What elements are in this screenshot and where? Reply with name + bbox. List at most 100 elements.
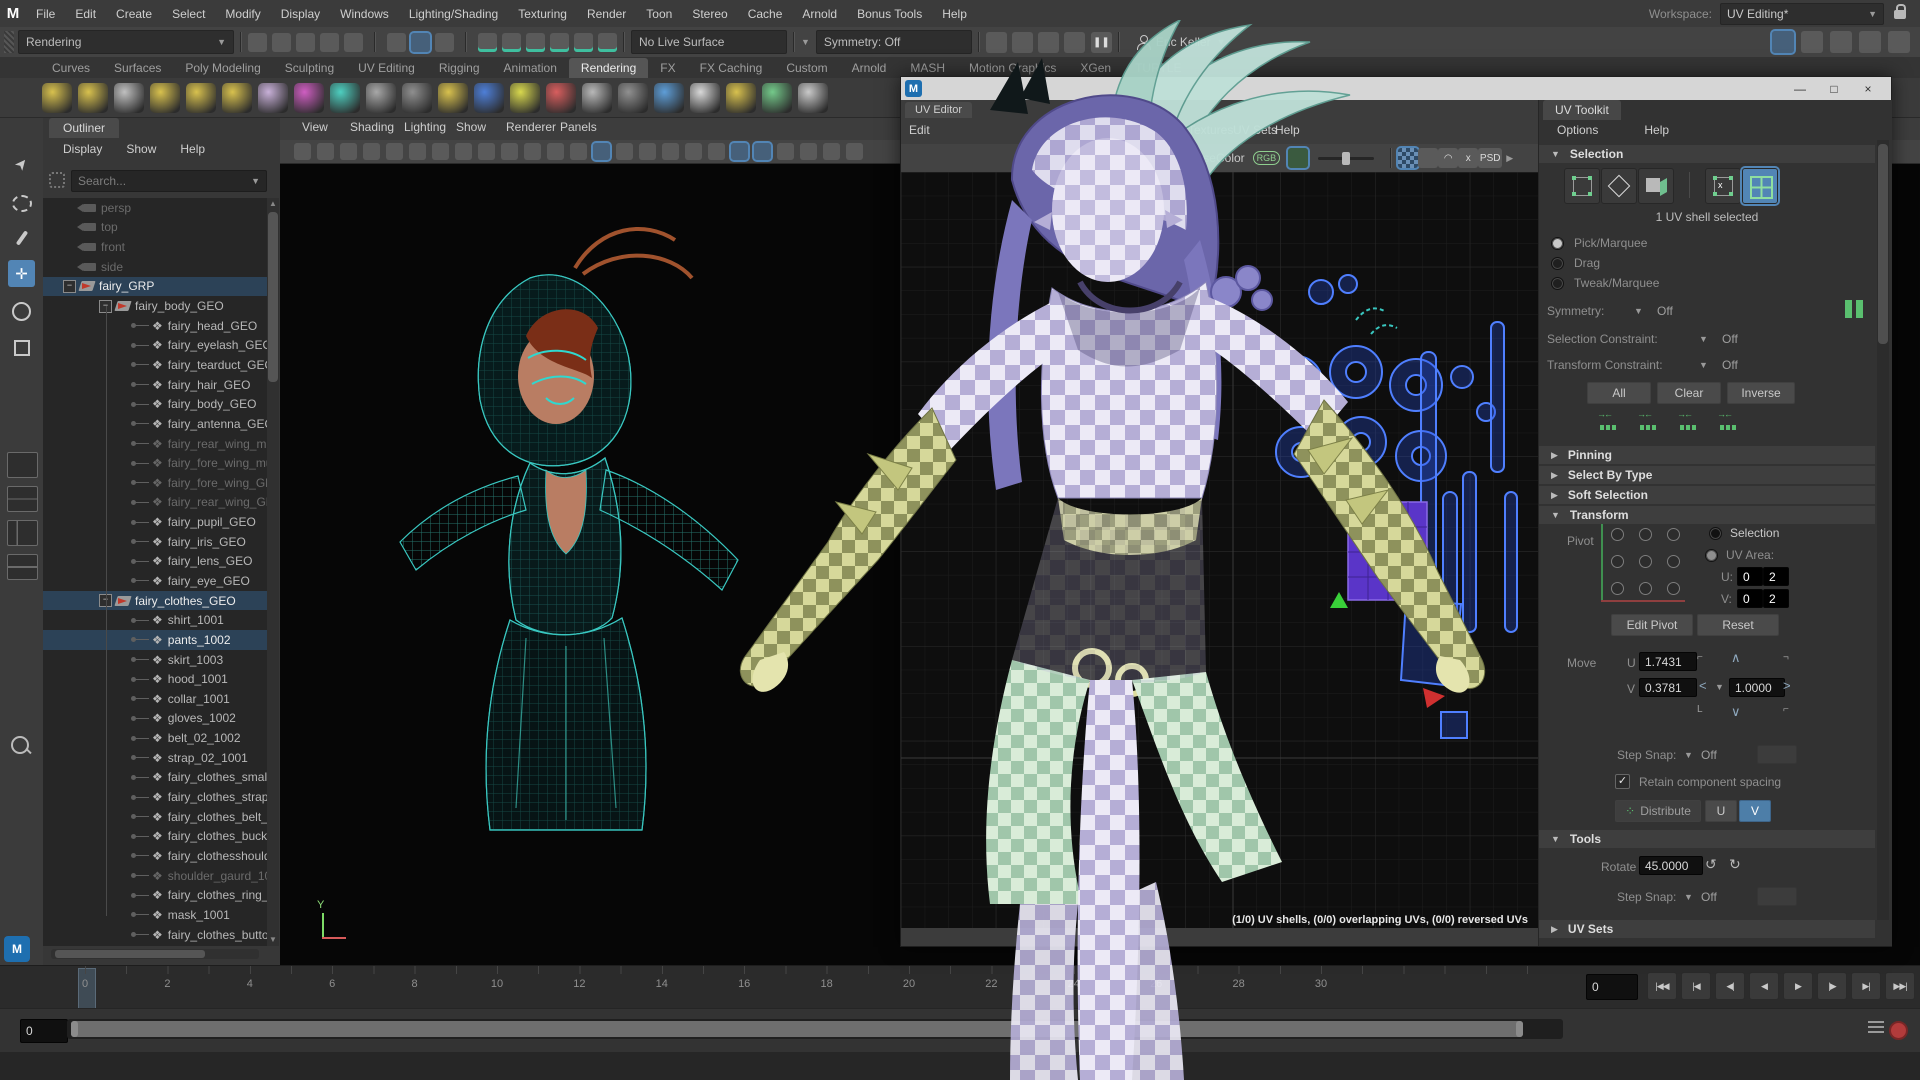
four-pane-layout-button[interactable] xyxy=(7,486,38,512)
menu-cache[interactable]: Cache xyxy=(738,7,793,21)
select-hierarchy-icon[interactable] xyxy=(387,33,406,52)
transform-constraint-value[interactable]: Off xyxy=(1722,358,1738,372)
outliner-item-skirt-1003[interactable]: ❖skirt_1003 xyxy=(43,650,267,670)
menu-show[interactable]: Show xyxy=(116,142,166,156)
viewport-toolbar-icon-8[interactable] xyxy=(455,143,472,160)
outliner-item-fairy-iris-geo[interactable]: ❖fairy_iris_GEO xyxy=(43,532,267,552)
invert-selection-button[interactable]: Inverse xyxy=(1727,382,1795,404)
shelf-rendering-icon-7[interactable] xyxy=(258,83,288,113)
pivot-grid-dot[interactable] xyxy=(1667,528,1680,541)
paint-select-tool-icon[interactable] xyxy=(8,224,35,251)
move-right-button[interactable]: > xyxy=(1783,678,1791,693)
menu-help[interactable]: Help xyxy=(170,142,215,156)
viewport-toolbar-icon-12[interactable] xyxy=(547,143,564,160)
select-component-icon[interactable] xyxy=(435,33,454,52)
maya-badge-icon[interactable]: M xyxy=(4,936,30,962)
radio-tweak-marquee[interactable]: Tweak/Marquee xyxy=(1551,276,1659,290)
menu-show[interactable]: Show xyxy=(456,118,486,136)
menu-bonus-tools[interactable]: Bonus Tools xyxy=(847,7,932,21)
menu-arnold[interactable]: Arnold xyxy=(792,7,847,21)
move-left-button[interactable]: < xyxy=(1699,678,1707,693)
save-scene-icon[interactable] xyxy=(296,33,315,52)
scale-tool-icon[interactable] xyxy=(8,334,35,361)
outliner-item-fairy-clothesshoulder-gaurd-[interactable]: ❖fairy_clothesshoulder_gaurd_ xyxy=(43,846,267,866)
menu-texturing[interactable]: Texturing xyxy=(508,7,577,21)
menu-create[interactable]: Create xyxy=(106,7,162,21)
outliner-item-fairy-lens-geo[interactable]: ❖fairy_lens_GEO xyxy=(43,552,267,572)
pivot-grid-dot[interactable] xyxy=(1611,555,1624,568)
open-scene-icon[interactable] xyxy=(272,33,291,52)
shelf-rendering-icon-4[interactable] xyxy=(150,83,180,113)
radio-drag[interactable]: Drag xyxy=(1551,256,1600,270)
viewport-toolbar-icon-9[interactable] xyxy=(478,143,495,160)
character-controls-icon[interactable] xyxy=(1801,31,1823,53)
pivot-grid-dot[interactable] xyxy=(1611,528,1624,541)
menu-render[interactable]: Render xyxy=(577,7,636,21)
outliner-item-fairy-clothes-strap-01-1001[interactable]: ❖fairy_clothes_strap_01_1001 xyxy=(43,787,267,807)
chevron-down-icon[interactable]: ▼ xyxy=(1684,750,1693,760)
section-uv-sets[interactable]: ▶UV Sets xyxy=(1539,920,1875,938)
retain-spacing-checkbox[interactable]: ✓Retain component spacing xyxy=(1615,774,1781,789)
outliner-item-fairy-fore-wing-muscles-geo[interactable]: ❖fairy_fore_wing_muscles_GEO xyxy=(43,453,267,473)
viewport-toolbar-icon-3[interactable] xyxy=(340,143,357,160)
outliner-item-fairy-antenna-geo[interactable]: ❖fairy_antenna_GEO xyxy=(43,414,267,434)
move-step-snap-value[interactable]: Off xyxy=(1701,748,1717,762)
go-to-end-button[interactable]: ▶▶| xyxy=(1885,972,1915,1000)
distribute-u-toggle[interactable]: U xyxy=(1705,800,1737,822)
outliner-item-persp[interactable]: persp xyxy=(43,198,267,218)
outliner-item-fairy-hair-geo[interactable]: ❖fairy_hair_GEO xyxy=(43,375,267,395)
section-soft-selection[interactable]: ▶Soft Selection xyxy=(1539,486,1875,504)
pivot-grid-dot[interactable] xyxy=(1611,582,1624,595)
menu-stereo[interactable]: Stereo xyxy=(682,7,737,21)
workspace-dropdown[interactable]: UV Editing*▼ xyxy=(1720,3,1884,25)
chevron-down-icon[interactable]: ▼ xyxy=(1715,682,1724,692)
reset-pivot-button[interactable]: Reset xyxy=(1697,614,1779,636)
rotate-step-snap-value[interactable]: Off xyxy=(1701,890,1717,904)
viewport-toolbar-icon-11[interactable] xyxy=(524,143,541,160)
move-v-field[interactable]: 0.3781 xyxy=(1639,678,1697,697)
snap-view-plane-icon[interactable] xyxy=(574,33,593,52)
outliner-item-pants-1002[interactable]: ❖pants_1002 xyxy=(43,630,267,650)
pivot-v-min-field[interactable]: 0 xyxy=(1737,589,1763,608)
viewport-toolbar-icon-14[interactable] xyxy=(593,143,610,160)
shelf-rendering-icon-13[interactable] xyxy=(474,83,504,113)
rotate-cw-button[interactable]: ↻ xyxy=(1729,856,1741,873)
outliner-item-fairy-pupil-geo[interactable]: ❖fairy_pupil_GEO xyxy=(43,512,267,532)
select-tool-icon[interactable]: ➤ xyxy=(8,150,35,177)
viewport-toolbar-icon-7[interactable] xyxy=(432,143,449,160)
menu-modify[interactable]: Modify xyxy=(215,7,270,21)
outliner-item-fairy-rear-wing-muscles-geo[interactable]: ❖fairy_rear_wing_muscles_GEO xyxy=(43,434,267,454)
expand-toggle-icon[interactable]: − xyxy=(63,280,76,293)
play-forwards-button[interactable]: ▶ xyxy=(1783,972,1813,1000)
outliner-item-fairy-fore-wing-geo[interactable]: ❖fairy_fore_wing_GEO xyxy=(43,473,267,493)
move-up-button[interactable]: ∧ xyxy=(1731,650,1741,666)
viewport-toolbar-icon-2[interactable] xyxy=(317,143,334,160)
outliner-item-fairy-eye-geo[interactable]: ❖fairy_eye_GEO xyxy=(43,571,267,591)
menu-display[interactable]: Display xyxy=(53,142,112,156)
section-select-by-type[interactable]: ▶Select By Type xyxy=(1539,466,1875,484)
two-pane-stacked-layout-button[interactable] xyxy=(7,554,38,580)
menu-toon[interactable]: Toon xyxy=(636,7,682,21)
chevron-down-icon[interactable]: ▼ xyxy=(1684,892,1693,902)
outliner-item-belt-02-1002[interactable]: ❖belt_02_1002 xyxy=(43,728,267,748)
move-u-field[interactable]: 1.7431 xyxy=(1639,652,1697,671)
go-to-start-button[interactable]: |◀◀ xyxy=(1647,972,1677,1000)
select-shell-icon[interactable] xyxy=(1677,416,1699,430)
menu-lighting-shading[interactable]: Lighting/Shading xyxy=(399,7,508,21)
outliner-item-mask-1001[interactable]: ❖mask_1001 xyxy=(43,905,267,925)
shelf-rendering-icon-6[interactable] xyxy=(222,83,252,113)
zoom-tool-icon[interactable] xyxy=(11,736,29,754)
menu-select[interactable]: Select xyxy=(162,7,215,21)
menu-set-dropdown[interactable]: Rendering▼ xyxy=(18,30,234,54)
toolbar-grip[interactable] xyxy=(4,31,14,53)
shelf-rendering-icon-16[interactable] xyxy=(582,83,612,113)
outliner-item-gloves-1002[interactable]: ❖gloves_1002 xyxy=(43,709,267,729)
shelf-tab-surfaces[interactable]: Surfaces xyxy=(102,58,173,78)
rotate-angle-field[interactable]: 45.0000 xyxy=(1639,856,1703,875)
viewport-toolbar-icon-6[interactable] xyxy=(409,143,426,160)
step-back-frame-button[interactable]: ◀| xyxy=(1715,972,1745,1000)
outliner-item-fairy-body-geo[interactable]: −fairy_body_GEO xyxy=(43,296,267,316)
radio-pick-marquee[interactable]: Pick/Marquee xyxy=(1551,236,1647,250)
outliner-item-fairy-rear-wing-geo[interactable]: ❖fairy_rear_wing_GEO xyxy=(43,493,267,513)
viewport-toolbar-icon-4[interactable] xyxy=(363,143,380,160)
